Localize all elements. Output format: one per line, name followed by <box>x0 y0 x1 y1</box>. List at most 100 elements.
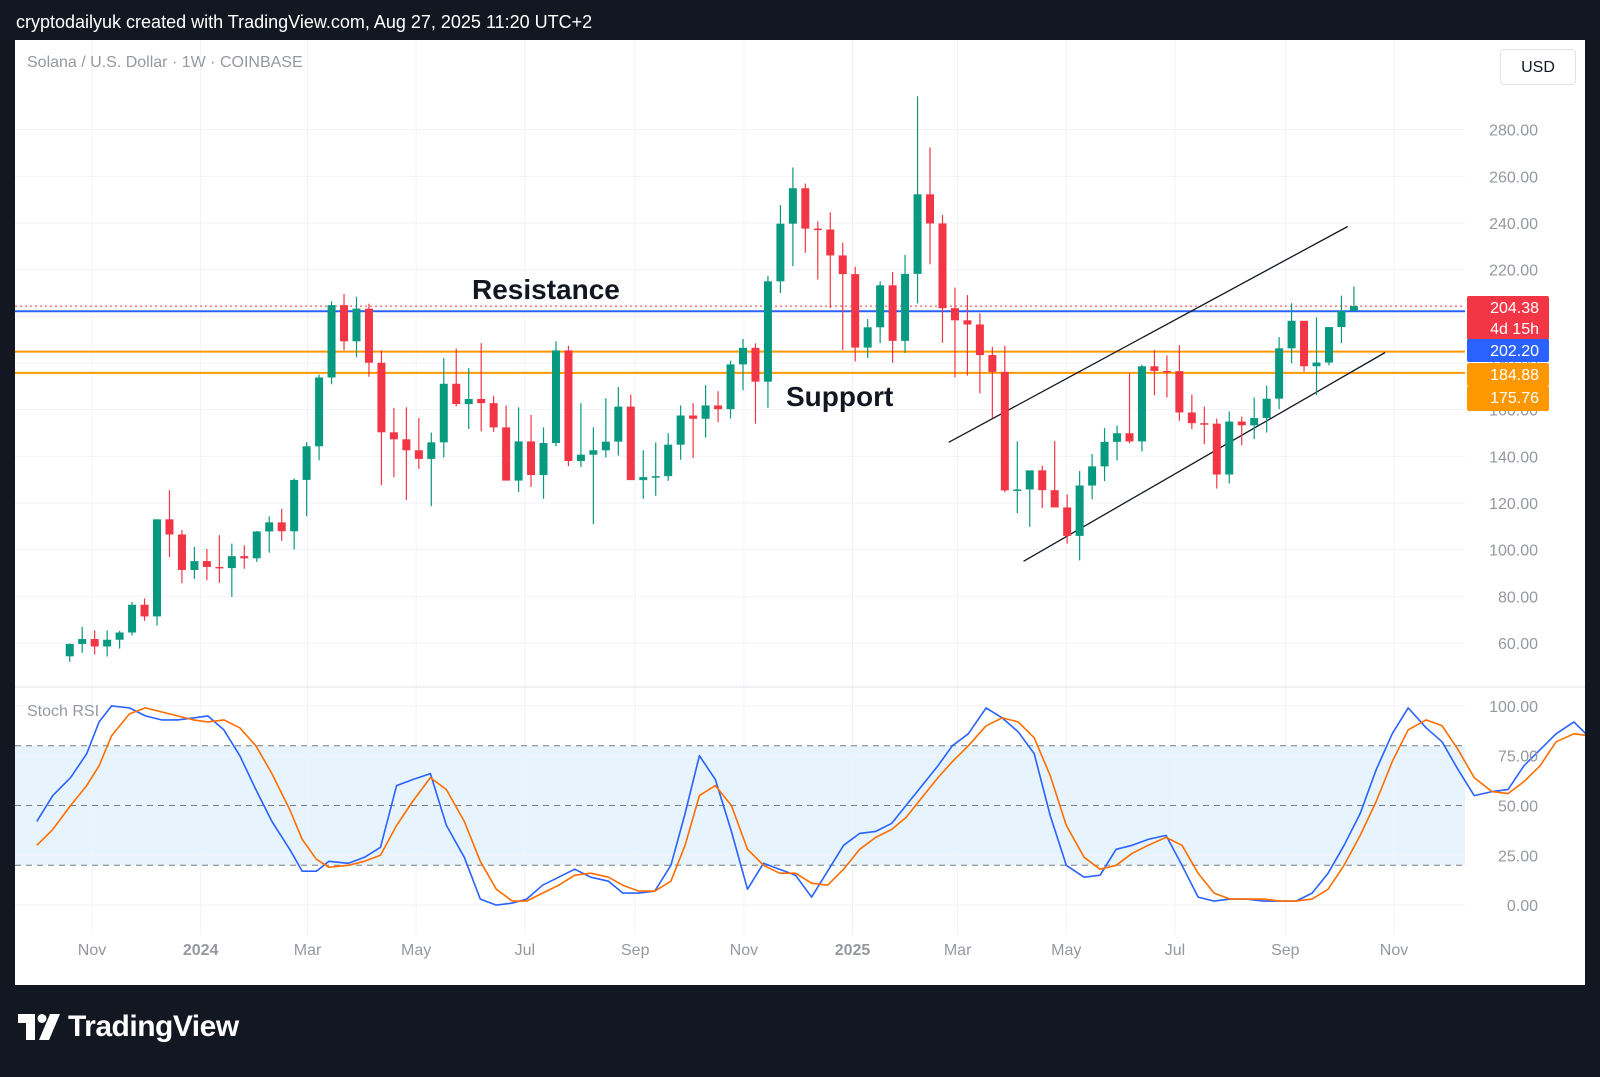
candle <box>876 281 885 344</box>
candle-body <box>1225 421 1234 475</box>
candle <box>614 387 623 456</box>
candle-body <box>1125 433 1134 442</box>
candle <box>1200 406 1209 445</box>
candle-body <box>751 347 760 382</box>
candle <box>763 275 772 408</box>
candle-body <box>1100 441 1109 467</box>
candle-body <box>601 441 610 451</box>
candle <box>813 221 822 280</box>
candle <box>1212 418 1221 489</box>
candle-body <box>1237 421 1246 426</box>
candle-body <box>1050 490 1059 508</box>
price-label-countdown: 4d 15h <box>1490 321 1539 338</box>
candle-body <box>1137 366 1146 442</box>
candle <box>452 348 461 407</box>
candle <box>776 205 785 293</box>
candle-body <box>527 441 536 475</box>
candle-body <box>614 406 623 442</box>
candle <box>926 147 935 265</box>
x-tick-label: 2024 <box>183 942 219 959</box>
candle <box>888 272 897 363</box>
candle <box>564 345 573 467</box>
candle <box>1275 337 1284 410</box>
candle-body <box>1063 507 1072 536</box>
candle-body <box>701 405 710 419</box>
x-tick-label: May <box>1051 942 1081 959</box>
candle-body <box>626 406 635 481</box>
time-axis: Nov 2024 Mar May Jul Sep Nov 2025 Mar May Jul Sep No… <box>78 942 1408 959</box>
candle-body <box>1088 466 1097 486</box>
candle-body <box>427 442 436 459</box>
candle <box>377 350 386 486</box>
chart-frame[interactable]: 60.0080.00100.00120.00140.00160.00180.00… <box>15 40 1585 985</box>
candle <box>1187 394 1196 430</box>
candle-body <box>78 639 87 644</box>
tradingview-logo[interactable]: TradingView <box>18 1010 239 1044</box>
candle-body <box>352 308 361 342</box>
candle-body <box>65 643 74 657</box>
candle <box>1137 364 1146 452</box>
candle <box>1050 440 1059 508</box>
candle-body <box>1113 433 1122 442</box>
price-label-0: 204.38 4d 15h <box>1467 296 1549 340</box>
candle-body <box>489 403 498 428</box>
candle-body <box>901 273 910 341</box>
candle <box>489 395 498 432</box>
candle <box>427 432 436 507</box>
symbol-title: Solana / U.S. Dollar · 1W · COINBASE <box>27 54 303 71</box>
attribution-text: cryptodailyuk created with TradingView.c… <box>16 12 593 32</box>
candle-body <box>676 415 685 445</box>
candle-body <box>950 308 959 321</box>
candle-body <box>913 194 922 274</box>
candle <box>302 442 311 517</box>
candle <box>826 212 835 308</box>
resistance-label: Resistance <box>472 274 620 305</box>
candle-body <box>115 632 124 640</box>
candle-body <box>140 604 149 617</box>
candle-body <box>1324 327 1333 363</box>
candle <box>1013 441 1022 514</box>
candle <box>389 407 398 478</box>
candle <box>165 490 174 558</box>
candle-body <box>888 285 897 341</box>
candle <box>788 167 797 267</box>
candle <box>1312 317 1321 396</box>
candle <box>938 215 947 343</box>
candle-body <box>1200 423 1209 425</box>
currency-button[interactable]: USD <box>1500 49 1576 85</box>
candle <box>676 405 685 460</box>
y-tick-label: 60.00 <box>1498 636 1538 653</box>
x-tick-label: May <box>401 942 431 959</box>
candle-body <box>1312 362 1321 367</box>
candle-body <box>776 223 785 282</box>
candle-body <box>926 194 935 224</box>
candle-body <box>726 364 735 410</box>
candle <box>153 519 162 626</box>
y-tick-label: 240.00 <box>1489 216 1538 233</box>
candle <box>1349 286 1358 311</box>
candle-body <box>1150 366 1159 371</box>
candle <box>128 601 137 636</box>
candle <box>651 442 660 496</box>
candle-body <box>1349 306 1358 311</box>
candle-body <box>963 320 972 325</box>
candle <box>115 630 124 649</box>
candle-body <box>240 556 249 559</box>
candle-body <box>290 479 299 532</box>
candle-body <box>975 324 984 356</box>
candle-body <box>539 443 548 475</box>
candle <box>1000 345 1009 493</box>
candle-body <box>502 427 511 481</box>
candle-body <box>227 556 236 569</box>
price-axis: 60.0080.00100.00120.00140.00160.00180.00… <box>1489 123 1538 915</box>
candle <box>1300 320 1309 372</box>
candle <box>639 450 648 499</box>
candle-body <box>1300 320 1309 367</box>
candle-body <box>689 415 698 419</box>
candle-body <box>988 355 997 372</box>
x-tick-label: 2025 <box>835 942 871 959</box>
candle <box>801 183 810 253</box>
price-labels-layer: 204.38 4d 15h 202.20 184.88 175.76 <box>1467 296 1549 411</box>
chart-svg[interactable]: 60.0080.00100.00120.00140.00160.00180.00… <box>15 40 1585 985</box>
candle <box>838 242 847 350</box>
